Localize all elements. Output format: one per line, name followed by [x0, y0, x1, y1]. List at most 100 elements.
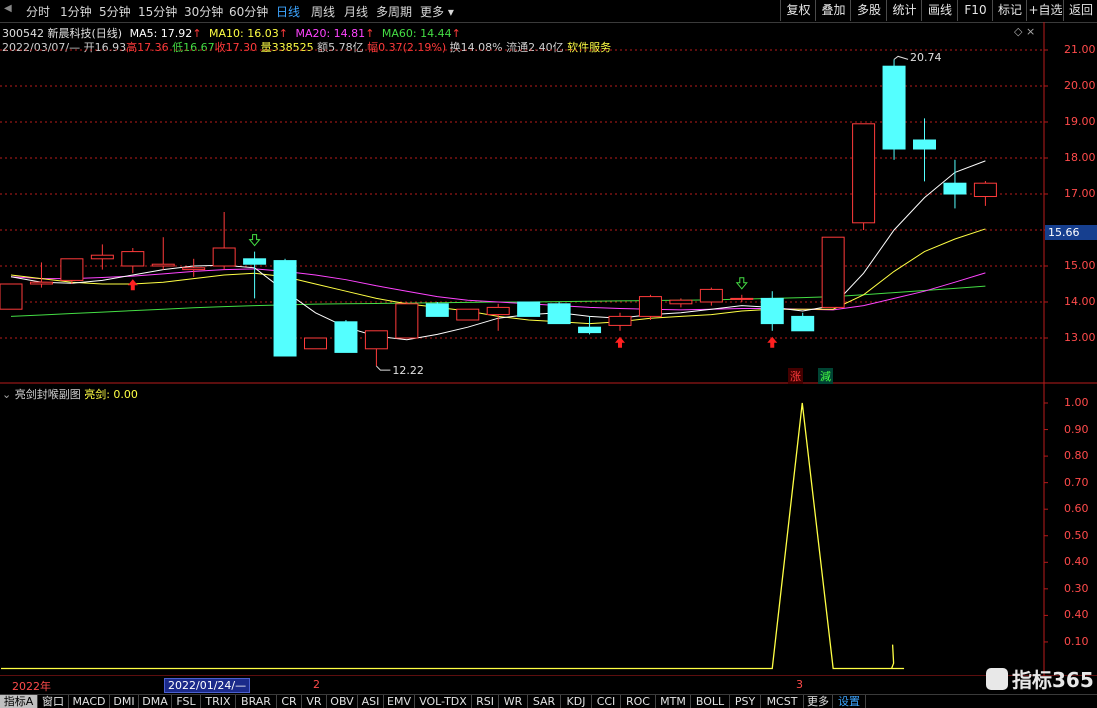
candle	[304, 337, 327, 350]
candle-body	[943, 182, 967, 195]
candle	[913, 118, 936, 182]
candle	[547, 302, 571, 325]
period-tab-8[interactable]: 月线	[344, 3, 368, 20]
indicator-tab-12[interactable]: EMV	[384, 695, 415, 708]
indicator-tab-10[interactable]: OBV	[327, 695, 358, 708]
candle	[699, 287, 723, 306]
candle-body	[425, 303, 449, 317]
sub-axis-label: 0.60	[1064, 502, 1089, 516]
period-tab-2[interactable]: 5分钟	[99, 3, 131, 20]
toolbar-button-8[interactable]: 返回	[1063, 0, 1097, 21]
sub-axis-label: 0.50	[1064, 528, 1089, 542]
candle-body	[486, 306, 510, 316]
indicator-tab-14[interactable]: RSI	[472, 695, 499, 708]
candle-body	[0, 283, 23, 310]
indicator-tab-24[interactable]: 更多	[804, 695, 833, 708]
candle	[456, 308, 480, 321]
price-axis-label: 19.00	[1064, 115, 1096, 128]
indicator-tab-4[interactable]: DMA	[139, 695, 172, 708]
period-tab-4[interactable]: 30分钟	[184, 3, 223, 20]
indicator-tab-16[interactable]: SAR	[528, 695, 561, 708]
indicator-tab-17[interactable]: KDJ	[561, 695, 592, 708]
candle-body	[29, 281, 53, 285]
candle	[212, 212, 236, 270]
candle-body	[699, 288, 723, 303]
price-axis-label: 15.00	[1064, 259, 1096, 272]
toolbar-button-7[interactable]: +自选	[1026, 0, 1064, 21]
collapse-left-icon[interactable]: ◀	[4, 3, 12, 14]
sell-arrow-icon	[248, 234, 261, 247]
candle	[151, 237, 175, 270]
indicator-tab-20[interactable]: MTM	[656, 695, 691, 708]
candle-body	[90, 254, 114, 260]
indicator-tab-5[interactable]: FSL	[172, 695, 201, 708]
toolbar-button-5[interactable]: F10	[957, 0, 993, 21]
candle-body	[273, 260, 297, 357]
indicator-tab-13[interactable]: VOL-TDX	[415, 695, 472, 708]
sub-axis-label: 1.00	[1064, 396, 1089, 409]
candle-body	[304, 337, 327, 350]
candle-body	[638, 296, 662, 317]
indicator-tab-3[interactable]: DMI	[110, 695, 139, 708]
period-tab-6[interactable]: 日线	[276, 3, 300, 20]
indicator-tab-9[interactable]: VR	[302, 695, 327, 708]
candle	[517, 301, 541, 317]
cursor-date-label: 2022/01/24/—	[164, 678, 251, 693]
candle	[821, 236, 845, 308]
candle	[425, 302, 449, 317]
indicator-tab-7[interactable]: BRAR	[236, 695, 277, 708]
toolbar-button-3[interactable]: 统计	[886, 0, 922, 21]
toolbar-button-2[interactable]: 多股	[850, 0, 887, 21]
indicator-tab-0[interactable]: 指标A	[0, 695, 38, 708]
price-axis-label: 21.00	[1064, 43, 1096, 56]
period-tab-0[interactable]: 分时	[26, 3, 50, 20]
current-price-tag: 15.66	[1045, 225, 1097, 240]
period-tab-5[interactable]: 60分钟	[229, 3, 268, 20]
indicator-tab-15[interactable]: WR	[499, 695, 528, 708]
indicator-tab-1[interactable]: 窗口	[38, 695, 69, 708]
candle	[395, 302, 419, 339]
candle-body	[151, 263, 175, 267]
candle-body	[212, 247, 236, 267]
candle	[364, 330, 388, 367]
indicator-tab-25[interactable]: 设置	[833, 695, 866, 708]
candle	[121, 248, 145, 274]
candle	[243, 251, 267, 299]
indicator-tab-bar: 指标A 窗口 MACD DMI DMA FSL TRIX BRAR CR VR OBV ASI EMV V…	[0, 694, 1097, 708]
indicator-tab-8[interactable]: CR	[277, 695, 302, 708]
sub-axis-label: 0.40	[1064, 555, 1089, 569]
candle-body	[517, 301, 541, 317]
indicator-tab-19[interactable]: ROC	[621, 695, 656, 708]
indicator-tab-18[interactable]: CCI	[592, 695, 621, 708]
indicator-tab-2[interactable]: MACD	[69, 695, 110, 708]
candle-body	[60, 258, 84, 281]
period-tab-1[interactable]: 1分钟	[60, 3, 92, 20]
price-axis-label: 17.00	[1064, 187, 1096, 200]
toolbar-button-0[interactable]: 复权	[780, 0, 816, 21]
period-tab-9[interactable]: 多周期	[376, 3, 412, 20]
low-leader	[376, 365, 391, 371]
top-toolbar: 分时 1分钟 5分钟 15分钟 30分钟 60分钟 日线 周线 月线 多周期 更多 ▾ ◀ 复权 叠加多…	[0, 0, 1097, 23]
period-tab-3[interactable]: 15分钟	[138, 3, 177, 20]
indicator-tab-6[interactable]: TRIX	[201, 695, 236, 708]
toolbar-button-4[interactable]: 画线	[921, 0, 958, 21]
indicator-tab-11[interactable]: ASI	[358, 695, 384, 708]
period-tab-7[interactable]: 周线	[311, 3, 335, 20]
toolbar-button-1[interactable]: 叠加	[815, 0, 851, 21]
indicator-tab-21[interactable]: BOLL	[691, 695, 730, 708]
period-tab-10[interactable]: 更多 ▾	[420, 3, 454, 20]
indicator-tab-22[interactable]: PSY	[730, 695, 761, 708]
buy-arrow-icon	[127, 279, 138, 291]
indicator-tab-23[interactable]: MCST	[761, 695, 804, 708]
candle-body	[364, 330, 388, 350]
candle	[182, 258, 206, 277]
sub-axis-label: 0.80	[1064, 449, 1089, 463]
sub-axis-label: 0.10	[1064, 634, 1089, 648]
candle	[273, 258, 297, 357]
candle-body	[608, 315, 632, 326]
candle-body	[760, 297, 784, 325]
candlestick-chart[interactable]	[0, 22, 1097, 384]
toolbar-button-6[interactable]: 标记	[992, 0, 1027, 21]
low-price-annotation: 12.22	[392, 364, 424, 378]
sub-indicator-chart[interactable]	[0, 384, 1097, 676]
